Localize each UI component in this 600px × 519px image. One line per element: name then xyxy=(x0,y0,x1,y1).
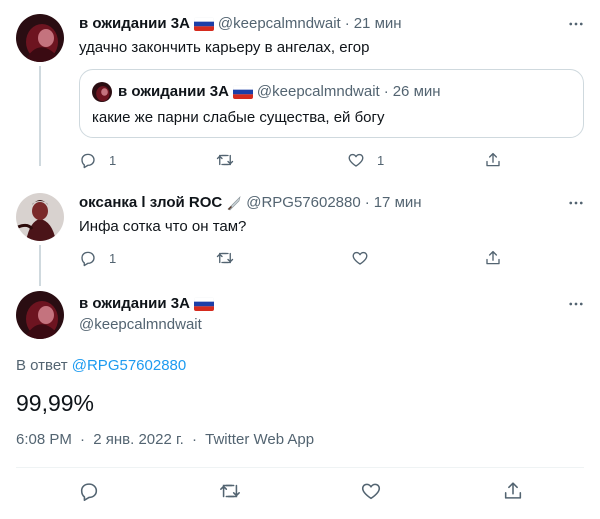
display-name[interactable]: оксанка l злой ROC xyxy=(79,193,222,213)
more-icon[interactable] xyxy=(566,14,586,34)
separator-dot: · xyxy=(191,431,197,448)
quote-header: в ожидании 3А @keepcalmndwait · 26 мин xyxy=(118,82,441,102)
separator-dot: · xyxy=(364,194,370,211)
tweet-text: Инфа сотка что он там? xyxy=(79,218,247,235)
reply-to-prefix: В ответ xyxy=(16,357,68,374)
reply-to-mention[interactable]: @RPG57602880 xyxy=(72,357,186,374)
quote-user-handle: @keepcalmndwait xyxy=(256,83,380,100)
tweet-actions: 1 1 xyxy=(79,151,584,171)
more-icon[interactable] xyxy=(566,193,586,213)
share-button[interactable] xyxy=(484,151,502,169)
reply-count: 1 xyxy=(109,250,117,266)
separator-dot: · xyxy=(383,83,389,100)
separator-dot: · xyxy=(80,431,86,448)
share-button[interactable] xyxy=(484,249,502,267)
reply-button[interactable]: 1 xyxy=(79,151,116,169)
quote-tweet[interactable]: в ожидании 3А @keepcalmndwait · 26 мин к… xyxy=(79,69,584,138)
retweet-button[interactable] xyxy=(219,480,241,502)
avatar-image xyxy=(16,14,64,62)
user-handle[interactable]: @keepcalmndwait xyxy=(218,14,341,34)
more-icon[interactable] xyxy=(566,294,586,314)
quote-time: 26 мин xyxy=(392,83,441,100)
thread-line xyxy=(39,66,41,166)
reply-icon xyxy=(81,251,95,267)
avatar[interactable] xyxy=(16,14,64,62)
display-name[interactable]: в ожидании 3А xyxy=(79,14,190,34)
separator-dot: · xyxy=(344,15,350,32)
russia-flag-icon xyxy=(193,297,214,311)
divider xyxy=(16,467,584,468)
retweet-icon xyxy=(216,154,234,166)
reply-button[interactable]: 1 xyxy=(79,249,116,267)
quote-text: какие же парни слабые существа, ей богу xyxy=(92,109,385,126)
tweet-source[interactable]: Twitter Web App xyxy=(205,431,314,448)
tweet-header: оксанка l злой ROC @RPG57602880 · 17 мин xyxy=(79,193,422,213)
like-button[interactable] xyxy=(360,480,382,502)
tweet-time[interactable]: 21 мин xyxy=(354,14,402,34)
display-name[interactable]: в ожидании 3А xyxy=(79,294,190,314)
avatar[interactable] xyxy=(16,291,64,339)
tweet-meta: 6:08 PM · 2 янв. 2022 г. · Twitter Web A… xyxy=(16,431,314,448)
heart-icon xyxy=(348,153,364,167)
user-handle[interactable]: @keepcalmndwait xyxy=(79,315,202,335)
quote-avatar xyxy=(92,82,112,102)
heart-icon xyxy=(352,251,368,265)
tweet-time[interactable]: 17 мин xyxy=(374,193,422,213)
reply-to-line: В ответ @RPG57602880 xyxy=(16,357,186,374)
russia-flag-icon xyxy=(193,17,214,31)
thread-line xyxy=(39,245,41,286)
reply-icon xyxy=(80,483,98,501)
tweet-header: в ожидании 3А @keepcalmndwait · 21 мин xyxy=(79,14,402,34)
like-button[interactable]: 1 xyxy=(347,151,384,169)
reply-button[interactable] xyxy=(78,480,100,502)
reply-count: 1 xyxy=(109,152,117,168)
russia-flag-icon xyxy=(232,85,253,99)
retweet-button[interactable] xyxy=(216,151,246,169)
retweet-button[interactable] xyxy=(216,249,246,267)
tweet-time[interactable]: 6:08 PM xyxy=(16,431,72,448)
tweet-text: 99,99% xyxy=(16,390,95,416)
tweet-text: удачно закончить карьеру в ангелах, егор xyxy=(79,39,370,56)
knife-emoji-icon xyxy=(226,195,242,211)
tweet-header: в ожидании 3А xyxy=(79,294,214,314)
tweet-actions: 1 xyxy=(79,249,584,269)
avatar[interactable] xyxy=(16,193,64,241)
like-count: 1 xyxy=(377,152,385,168)
main-tweet-actions xyxy=(0,480,600,502)
avatar-image xyxy=(16,291,64,339)
share-icon xyxy=(486,152,500,167)
heart-icon xyxy=(361,483,381,500)
share-icon xyxy=(504,482,522,499)
share-button[interactable] xyxy=(502,480,524,502)
quote-display-name: в ожидании 3А xyxy=(118,83,229,100)
like-button[interactable] xyxy=(351,249,381,267)
reply-icon xyxy=(81,153,95,169)
user-handle[interactable]: @RPG57602880 xyxy=(246,193,360,213)
avatar-image xyxy=(16,193,64,241)
retweet-icon xyxy=(220,484,240,498)
share-icon xyxy=(486,250,500,265)
retweet-icon xyxy=(216,252,234,264)
tweet-date[interactable]: 2 янв. 2022 г. xyxy=(93,431,184,448)
